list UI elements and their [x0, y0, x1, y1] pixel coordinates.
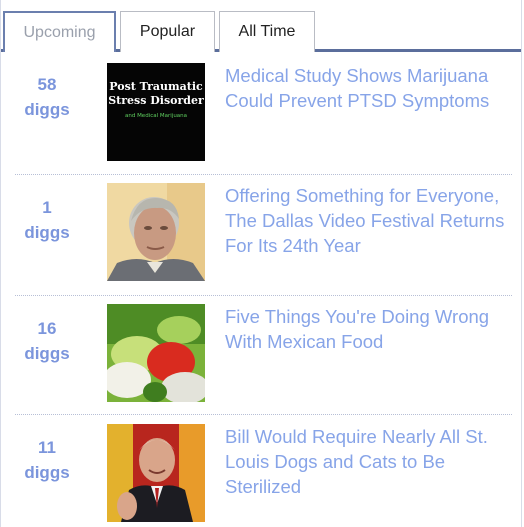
story-thumbnail[interactable]	[107, 424, 205, 522]
story-item: 11 diggs Bill Would Require Nearly All S…	[15, 415, 512, 527]
story-thumbnail[interactable]	[107, 304, 205, 402]
digg-count[interactable]: 58 diggs	[15, 72, 79, 122]
story-thumbnail[interactable]	[107, 183, 205, 281]
story-title-link[interactable]: Five Things You're Doing Wrong With Mexi…	[225, 304, 515, 354]
digg-count-value: 58	[37, 75, 57, 94]
story-item: 58 diggs Post Traumatic Stress Disorder …	[15, 52, 512, 175]
digg-count-value: 1	[42, 198, 52, 217]
story-title-link[interactable]: Offering Something for Everyone, The Dal…	[225, 183, 515, 258]
digg-widget: Upcoming Popular All Time 58 diggs Post …	[0, 0, 522, 527]
tab-popular[interactable]: Popular	[120, 11, 215, 52]
digg-count[interactable]: 1 diggs	[15, 195, 79, 245]
mexican-food-image	[107, 304, 205, 402]
story-item: 1 diggs Offering Something for Everyone,…	[15, 175, 512, 296]
digg-count-value: 16	[37, 319, 57, 338]
story-item: 16 diggs Five Things You're Doing Wrong …	[15, 296, 512, 415]
thumb-line-3: and Medical Marijuana	[125, 113, 187, 119]
digg-count[interactable]: 16 diggs	[15, 316, 79, 366]
digg-count-unit: diggs	[24, 223, 70, 242]
story-thumbnail[interactable]: Post Traumatic Stress Disorder and Medic…	[107, 63, 205, 161]
digg-count-unit: diggs	[24, 100, 70, 119]
tab-upcoming[interactable]: Upcoming	[3, 11, 116, 52]
story-title-link[interactable]: Medical Study Shows Marijuana Could Prev…	[225, 63, 515, 113]
story-title-link[interactable]: Bill Would Require Nearly All St. Louis …	[225, 424, 515, 499]
thumb-line-1: Post Traumatic	[109, 80, 203, 93]
digg-count-unit: diggs	[24, 463, 70, 482]
thumb-line-2: Stress Disorder	[108, 94, 204, 107]
tab-bar: Upcoming Popular All Time	[1, 0, 521, 52]
man-portrait-image	[107, 183, 205, 281]
digg-count[interactable]: 11 diggs	[15, 435, 79, 485]
digg-count-value: 11	[38, 438, 56, 457]
digg-count-unit: diggs	[24, 344, 70, 363]
tab-all-time[interactable]: All Time	[219, 11, 315, 52]
bob-barker-image	[107, 424, 205, 522]
ptsd-thumbnail-image: Post Traumatic Stress Disorder and Medic…	[107, 63, 205, 161]
